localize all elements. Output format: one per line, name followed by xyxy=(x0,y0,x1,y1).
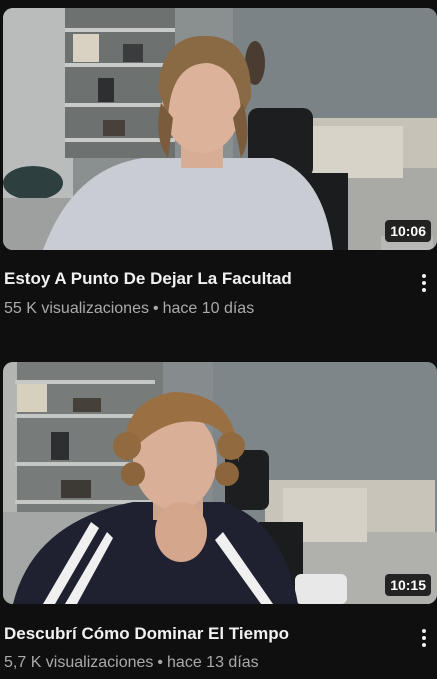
upload-age: hace 10 días xyxy=(162,300,255,317)
video-meta: 5,7 K visualizaciones • hace 13 días xyxy=(4,653,259,673)
meta-separator: • xyxy=(157,654,164,671)
view-count: 5,7 K visualizaciones xyxy=(4,654,154,671)
meta-separator: • xyxy=(152,300,159,317)
thumbnail-image xyxy=(3,8,437,250)
video-thumbnail[interactable]: 10:15 xyxy=(3,362,437,604)
duration-badge: 10:06 xyxy=(385,220,431,242)
thumbnail-image xyxy=(3,362,437,604)
more-vert-icon[interactable] xyxy=(417,271,431,295)
video-title[interactable]: Estoy A Punto De Dejar La Facultad xyxy=(4,268,404,290)
upload-age: hace 13 días xyxy=(167,654,259,671)
view-count: 55 K visualizaciones xyxy=(4,300,149,317)
video-title[interactable]: Descubrí Cómo Dominar El Tiempo xyxy=(4,623,404,645)
video-meta: 55 K visualizaciones • hace 10 días xyxy=(4,299,254,319)
more-vert-icon[interactable] xyxy=(417,626,431,650)
duration-badge: 10:15 xyxy=(385,574,431,596)
video-thumbnail[interactable]: 10:06 xyxy=(3,8,437,250)
